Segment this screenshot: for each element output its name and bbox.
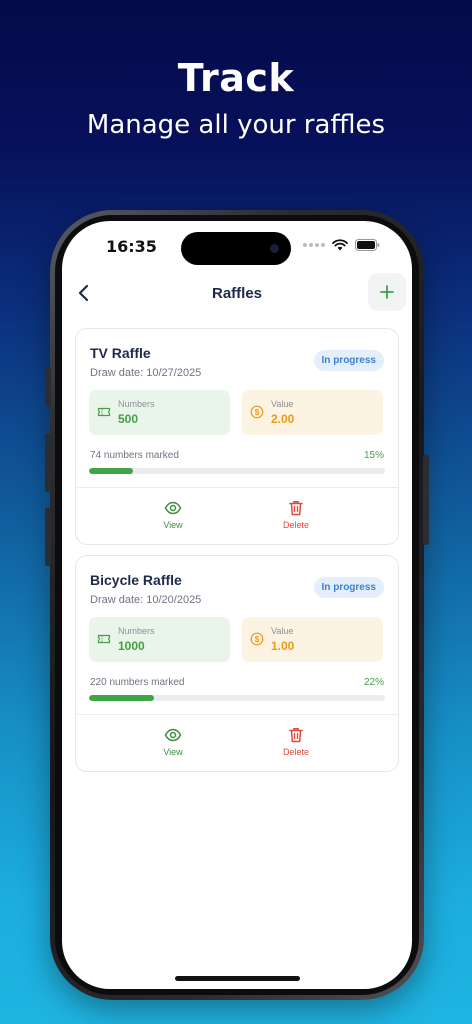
power-button xyxy=(423,455,429,545)
numbers-label: Numbers xyxy=(118,399,155,409)
camera-dot xyxy=(270,244,279,253)
numbers-value: 500 xyxy=(118,412,139,426)
value-amount: 2.00 xyxy=(271,412,295,426)
card-divider xyxy=(76,487,398,488)
action-button xyxy=(45,368,51,406)
marked-count: 74 numbers marked xyxy=(90,450,179,461)
progress-percent: 15% xyxy=(363,450,384,461)
promo-title: Track xyxy=(177,56,295,100)
delete-label: Delete xyxy=(282,520,309,530)
marked-count: 220 numbers marked xyxy=(90,677,185,688)
delete-button[interactable]: Delete xyxy=(266,726,326,757)
trash-icon xyxy=(289,728,303,743)
progress-percent: 22% xyxy=(363,677,384,688)
phone-screen: 16:35 Raffles TV Raffle Draw date: 10/27… xyxy=(62,221,412,989)
value-stat: $ Value 2.00 xyxy=(242,390,383,435)
svg-text:$: $ xyxy=(255,408,260,417)
page-title: Raffles xyxy=(211,285,263,302)
raffle-name: TV Raffle xyxy=(90,345,151,361)
home-indicator[interactable] xyxy=(175,976,300,981)
progress-bar xyxy=(89,695,385,701)
signal-icon xyxy=(303,243,325,247)
numbers-stat: Numbers 1000 xyxy=(89,617,230,662)
status-badge: In progress xyxy=(313,350,384,371)
trash-icon xyxy=(289,501,303,516)
ticket-icon xyxy=(97,634,111,644)
eye-icon xyxy=(164,501,182,515)
card-divider xyxy=(76,714,398,715)
progress-fill xyxy=(89,695,155,701)
battery-icon xyxy=(355,239,380,251)
raffle-card[interactable]: TV Raffle Draw date: 10/27/2025 In progr… xyxy=(75,328,399,545)
plus-icon xyxy=(380,285,394,299)
value-amount: 1.00 xyxy=(271,639,295,653)
view-label: View xyxy=(163,747,183,757)
view-button[interactable]: View xyxy=(143,499,203,530)
ticket-icon xyxy=(97,407,111,417)
draw-date: Draw date: 10/20/2025 xyxy=(90,594,202,606)
wifi-icon xyxy=(332,239,348,251)
progress-bar xyxy=(89,468,385,474)
dollar-coin-icon: $ xyxy=(250,405,264,419)
progress-fill xyxy=(89,468,134,474)
nav-bar: Raffles xyxy=(62,273,412,313)
raffle-card[interactable]: Bicycle Raffle Draw date: 10/20/2025 In … xyxy=(75,555,399,772)
numbers-value: 1000 xyxy=(118,639,145,653)
volume-down-button xyxy=(45,508,51,566)
numbers-label: Numbers xyxy=(118,626,155,636)
volume-up-button xyxy=(45,434,51,492)
status-time: 16:35 xyxy=(106,237,157,256)
raffle-name: Bicycle Raffle xyxy=(90,572,182,588)
value-label: Value xyxy=(271,399,294,409)
eye-icon xyxy=(164,728,182,742)
promo-subtitle: Manage all your raffles xyxy=(86,110,386,140)
add-raffle-button[interactable] xyxy=(368,273,406,311)
draw-date: Draw date: 10/27/2025 xyxy=(90,367,202,379)
status-badge: In progress xyxy=(313,577,384,598)
delete-label: Delete xyxy=(282,747,309,757)
numbers-stat: Numbers 500 xyxy=(89,390,230,435)
svg-text:$: $ xyxy=(255,635,260,644)
view-button[interactable]: View xyxy=(143,726,203,757)
delete-button[interactable]: Delete xyxy=(266,499,326,530)
dynamic-island xyxy=(181,232,291,265)
status-icons xyxy=(303,239,380,251)
value-label: Value xyxy=(271,626,294,636)
value-stat: $ Value 1.00 xyxy=(242,617,383,662)
view-label: View xyxy=(163,520,183,530)
dollar-coin-icon: $ xyxy=(250,632,264,646)
